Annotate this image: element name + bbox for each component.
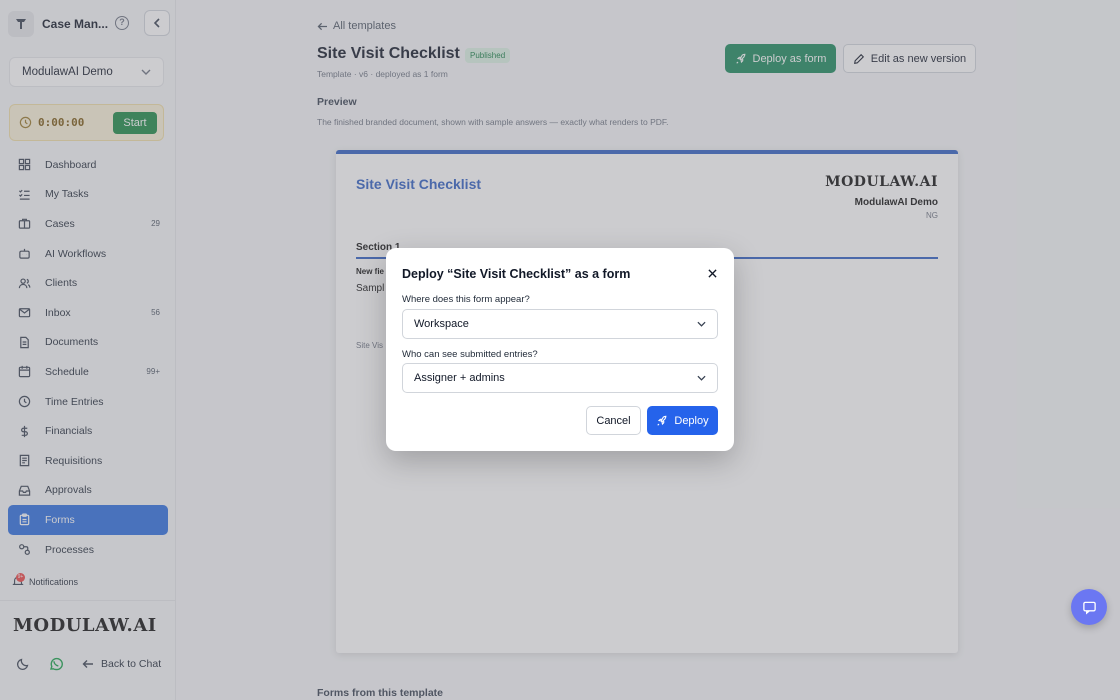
- chat-button[interactable]: [1071, 589, 1107, 625]
- chevron-down-icon: [697, 321, 706, 327]
- rocket-icon: [657, 415, 667, 426]
- deploy-button[interactable]: Deploy: [647, 406, 718, 435]
- deploy-form-dialog: Deploy “Site Visit Checklist” as a form …: [386, 248, 734, 451]
- placement-select-value: Workspace: [414, 318, 469, 330]
- placement-label: Where does this form appear?: [402, 294, 530, 305]
- deploy-label: Deploy: [674, 414, 709, 427]
- close-button[interactable]: [706, 267, 718, 279]
- chevron-down-icon: [697, 375, 706, 381]
- visibility-select[interactable]: Assigner + admins: [402, 363, 718, 393]
- dialog-title: Deploy “Site Visit Checklist” as a form: [402, 267, 631, 281]
- chat-bubble-icon: [1082, 601, 1096, 615]
- cancel-button[interactable]: Cancel: [586, 406, 641, 435]
- visibility-label: Who can see submitted entries?: [402, 349, 538, 360]
- placement-select[interactable]: Workspace: [402, 309, 718, 339]
- close-icon: [707, 268, 717, 278]
- visibility-select-value: Assigner + admins: [414, 372, 505, 384]
